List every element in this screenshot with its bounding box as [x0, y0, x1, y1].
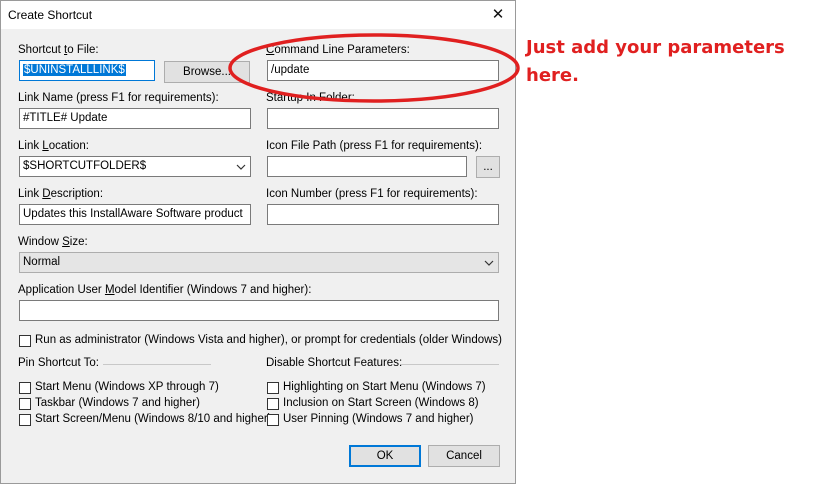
disable-section-divider — [401, 364, 499, 365]
link-name-label: Link Name (press F1 for requirements): — [18, 92, 219, 104]
close-icon[interactable]: ✕ — [487, 5, 509, 25]
disable-inclusion-label: Inclusion on Start Screen (Windows 8) — [283, 397, 479, 409]
link-location-combo[interactable]: $SHORTCUTFOLDER$ — [19, 156, 251, 177]
icon-file-path-label: Icon File Path (press F1 for requirement… — [266, 140, 483, 152]
window-size-label: Window Size: — [18, 236, 88, 248]
chevron-down-icon — [484, 260, 494, 266]
chevron-down-icon — [236, 164, 246, 170]
disable-inclusion-checkbox[interactable] — [267, 398, 279, 410]
disable-user-pinning-label: User Pinning (Windows 7 and higher) — [283, 413, 474, 425]
run-as-admin-checkbox[interactable] — [19, 335, 31, 347]
link-name-input[interactable]: #TITLE# Update — [19, 108, 251, 129]
pin-start-menu-checkbox[interactable] — [19, 382, 31, 394]
disable-highlighting-label: Highlighting on Start Menu (Windows 7) — [283, 381, 486, 393]
pin-start-screen-checkbox[interactable] — [19, 414, 31, 426]
annotation-line-2: here. — [526, 65, 579, 86]
icon-number-input[interactable] — [267, 204, 499, 225]
app-user-model-input[interactable] — [19, 300, 499, 321]
ok-button[interactable]: OK — [349, 445, 421, 467]
window-size-combo[interactable]: Normal — [19, 252, 499, 273]
cancel-button[interactable]: Cancel — [428, 445, 500, 467]
annotation-line-1: Just add your parameters — [526, 37, 785, 58]
icon-browse-button[interactable]: ... — [476, 156, 500, 178]
disable-section-title: Disable Shortcut Features: — [266, 357, 403, 369]
dialog-title: Create Shortcut — [8, 8, 93, 22]
run-as-admin-label: Run as administrator (Windows Vista and … — [35, 334, 503, 346]
pin-taskbar-checkbox[interactable] — [19, 398, 31, 410]
disable-user-pinning-checkbox[interactable] — [267, 414, 279, 426]
shortcut-to-file-label: Shortcut to File: — [18, 44, 99, 56]
link-location-value: $SHORTCUTFOLDER$ — [23, 160, 147, 172]
link-location-label: Link Location: — [18, 140, 89, 152]
link-description-input[interactable]: Updates this InstallAware Software produ… — [19, 204, 251, 225]
shortcut-to-file-input[interactable]: $UNINSTALLLINK$ — [19, 60, 155, 81]
link-description-label: Link Description: — [18, 188, 104, 200]
disable-highlighting-checkbox[interactable] — [267, 382, 279, 394]
title-bar: Create Shortcut ✕ — [1, 1, 515, 29]
startup-folder-input[interactable] — [267, 108, 499, 129]
pin-taskbar-label: Taskbar (Windows 7 and higher) — [35, 397, 200, 409]
app-user-model-label: Application User Model Identifier (Windo… — [18, 284, 312, 296]
highlight-ellipse — [228, 33, 520, 103]
window-size-value: Normal — [23, 256, 61, 268]
icon-number-label: Icon Number (press F1 for requirements): — [266, 188, 478, 200]
annotation-text: Just add your parameters here. — [526, 34, 785, 90]
icon-file-path-input[interactable] — [267, 156, 467, 177]
pin-start-screen-label: Start Screen/Menu (Windows 8/10 and high… — [35, 413, 272, 425]
pin-section-divider — [103, 364, 211, 365]
pin-start-menu-label: Start Menu (Windows XP through 7) — [35, 381, 219, 393]
pin-section-title: Pin Shortcut To: — [18, 357, 99, 369]
